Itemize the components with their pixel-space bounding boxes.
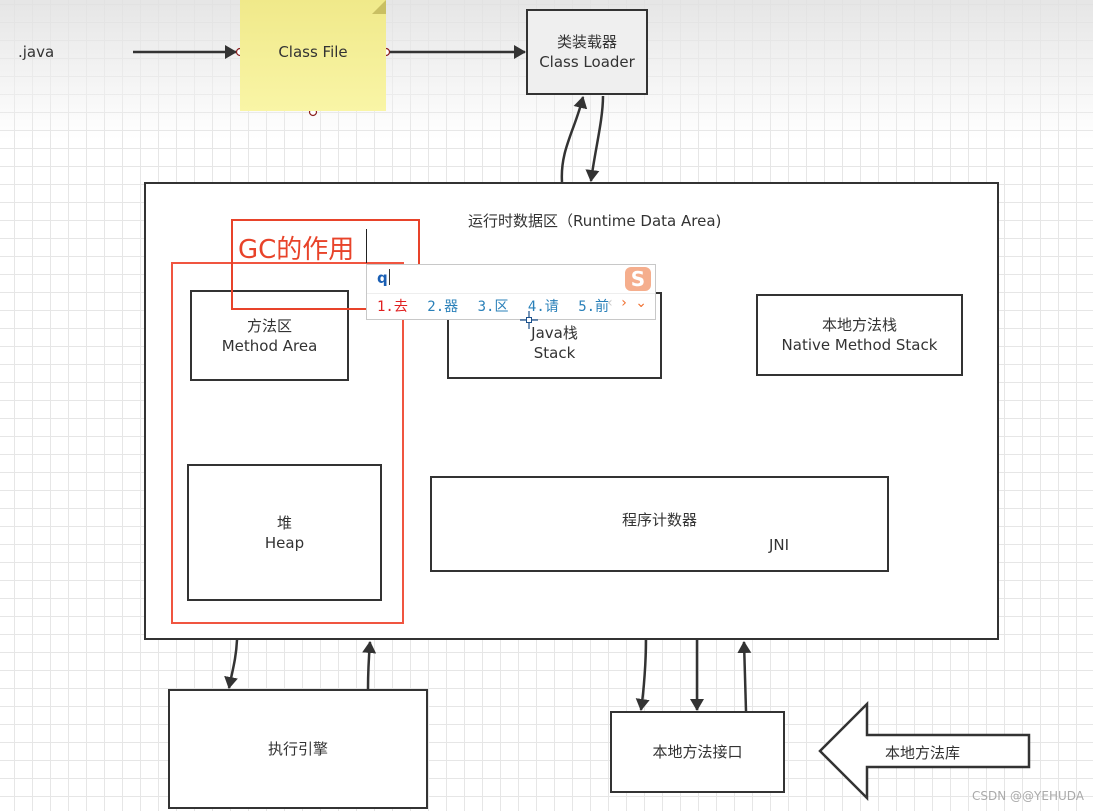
class-loader-cn: 类装载器 xyxy=(556,33,617,51)
method-area-cn: 方法区 xyxy=(246,316,292,335)
native-method-stack-cn: 本地方法栈 xyxy=(821,316,897,334)
heap-en: Heap xyxy=(264,533,305,552)
ime-candidate-popup[interactable]: q S 1.去 2.器 3.区 4.请 5.前 ‹ › ⌄ xyxy=(366,264,656,320)
jni-label: JNI xyxy=(767,536,792,554)
crosshair-cursor-icon xyxy=(520,311,538,329)
arrow-runtime-to-native-interface xyxy=(635,639,650,711)
note-fold-corner xyxy=(372,0,386,14)
class-file-label: Class File xyxy=(278,43,348,61)
ime-candidate[interactable]: 3.区 xyxy=(478,299,509,315)
ime-next-icon[interactable]: › xyxy=(621,295,627,311)
method-area-en: Method Area xyxy=(221,336,318,355)
ime-composition-text: q xyxy=(377,269,388,287)
gc-annotation-text: GC的作用 xyxy=(238,235,355,265)
native-interface-label: 本地方法接口 xyxy=(652,743,743,761)
ime-candidate[interactable]: 2.器 xyxy=(427,299,458,315)
program-counter-label: 程序计数器 xyxy=(621,511,697,529)
arrow-runtime-to-loader xyxy=(560,96,588,183)
runtime-data-area-title: 运行时数据区（Runtime Data Area) xyxy=(468,212,722,230)
ime-caret xyxy=(388,269,390,285)
java-source-label: .java xyxy=(18,43,55,61)
execution-engine-label: 执行引擎 xyxy=(267,740,328,758)
arrow-loader-to-runtime xyxy=(585,95,605,182)
native-method-stack-box[interactable]: 本地方法栈 Native Method Stack xyxy=(756,294,963,376)
ime-candidate[interactable]: 1.去 xyxy=(377,299,408,315)
heap-cn: 堆 xyxy=(276,513,292,532)
ime-candidate-list: 1.去 2.器 3.区 4.请 5.前 xyxy=(377,296,620,316)
arrow-native-interface-to-runtime xyxy=(737,641,752,712)
class-loader-box[interactable]: 类装载器 Class Loader xyxy=(526,9,648,95)
arrow-engine-to-runtime xyxy=(362,641,377,690)
native-method-stack-en: Native Method Stack xyxy=(781,336,938,354)
native-interface-box[interactable]: 本地方法接口 xyxy=(610,711,785,793)
class-loader-en: Class Loader xyxy=(539,53,635,71)
ime-expand-icon[interactable]: ⌄ xyxy=(635,295,647,311)
heap-box[interactable]: 堆 Heap xyxy=(187,464,382,601)
ime-candidate[interactable]: 5.前 xyxy=(578,299,609,315)
ime-composition: q xyxy=(377,269,390,287)
java-stack-en: Stack xyxy=(533,343,576,362)
ime-separator xyxy=(367,293,655,294)
watermark: CSDN @@YEHUDA xyxy=(972,789,1084,803)
class-file-note[interactable]: Class File xyxy=(240,0,386,111)
text-caret xyxy=(366,229,367,263)
ime-nav: ‹ › ⌄ xyxy=(607,295,647,311)
ime-prev-icon[interactable]: ‹ xyxy=(607,295,613,311)
program-counter-box[interactable]: 程序计数器 xyxy=(430,476,889,572)
native-library-label: 本地方法库 xyxy=(885,744,961,762)
execution-engine-box[interactable]: 执行引擎 xyxy=(168,689,428,809)
ime-logo-icon: S xyxy=(625,267,651,291)
arrow-runtime-to-engine xyxy=(224,639,239,689)
java-stack-cn: Java栈 xyxy=(531,323,578,342)
